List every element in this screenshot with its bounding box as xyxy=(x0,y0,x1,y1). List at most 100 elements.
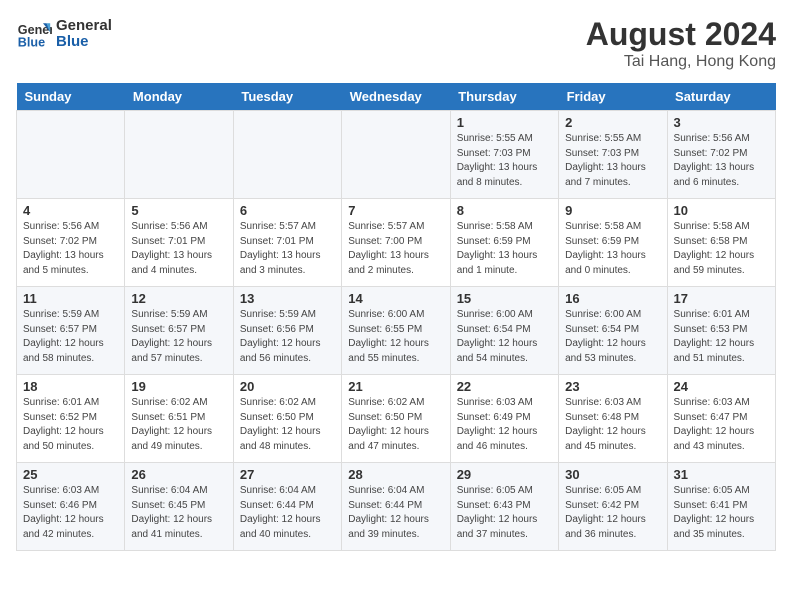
calendar-cell xyxy=(233,111,341,199)
svg-text:Blue: Blue xyxy=(18,36,45,50)
day-number: 20 xyxy=(240,379,335,394)
calendar-week-row: 4 Sunrise: 5:56 AM Sunset: 7:02 PM Daylig… xyxy=(17,199,776,287)
title-block: August 2024 Tai Hang, Hong Kong xyxy=(586,16,776,71)
calendar-cell xyxy=(17,111,125,199)
day-info: Sunrise: 5:59 AM Sunset: 6:56 PM Dayligh… xyxy=(240,308,335,366)
calendar-week-row: 1Sunrise: 5:55 AM Sunset: 7:03 PM Daylig… xyxy=(17,111,776,199)
calendar-cell: 11 Sunrise: 5:59 AM Sunset: 6:57 PM Dayli… xyxy=(17,287,125,375)
day-number: 21 xyxy=(348,379,443,394)
calendar-cell: 1Sunrise: 5:55 AM Sunset: 7:03 PM Daylig… xyxy=(450,111,558,199)
calendar-cell: 30Sunrise: 6:05 AM Sunset: 6:42 PM Dayli… xyxy=(559,463,667,551)
calendar-cell: 7 Sunrise: 5:57 AM Sunset: 7:00 PM Daylig… xyxy=(342,199,450,287)
day-number: 17 xyxy=(674,291,769,306)
day-info: Sunrise: 5:59 AM Sunset: 6:57 PM Dayligh… xyxy=(131,308,226,366)
day-info: Sunrise: 6:05 AM Sunset: 6:43 PM Dayligh… xyxy=(457,484,552,542)
day-info: Sunrise: 6:02 AM Sunset: 6:51 PM Dayligh… xyxy=(131,396,226,454)
logo-line2: Blue xyxy=(56,34,112,51)
calendar-week-row: 11 Sunrise: 5:59 AM Sunset: 6:57 PM Dayli… xyxy=(17,287,776,375)
logo: General Blue General Blue xyxy=(16,16,112,52)
day-number: 31 xyxy=(674,467,769,482)
day-number: 7 xyxy=(348,203,443,218)
day-number: 27 xyxy=(240,467,335,482)
calendar-cell: 4 Sunrise: 5:56 AM Sunset: 7:02 PM Daylig… xyxy=(17,199,125,287)
day-number: 8 xyxy=(457,203,552,218)
calendar-subtitle: Tai Hang, Hong Kong xyxy=(586,53,776,71)
day-info: Sunrise: 5:57 AM Sunset: 7:00 PM Dayligh… xyxy=(348,220,443,278)
page-header: General Blue General Blue August 2024 Ta… xyxy=(16,16,776,71)
day-info: Sunrise: 5:58 AM Sunset: 6:59 PM Dayligh… xyxy=(565,220,660,278)
day-number: 3 xyxy=(674,115,769,130)
calendar-cell: 8 Sunrise: 5:58 AM Sunset: 6:59 PM Daylig… xyxy=(450,199,558,287)
logo-line1: General xyxy=(56,18,112,35)
calendar-cell: 29 Sunrise: 6:05 AM Sunset: 6:43 PM Dayli… xyxy=(450,463,558,551)
day-info: Sunrise: 5:56 AM Sunset: 7:02 PM Dayligh… xyxy=(23,220,118,278)
day-number: 5 xyxy=(131,203,226,218)
calendar-week-row: 18Sunrise: 6:01 AM Sunset: 6:52 PM Dayli… xyxy=(17,375,776,463)
day-number: 9 xyxy=(565,203,660,218)
day-number: 10 xyxy=(674,203,769,218)
calendar-table: SundayMondayTuesdayWednesdayThursdayFrid… xyxy=(16,83,776,551)
calendar-cell: 31 Sunrise: 6:05 AM Sunset: 6:41 PM Dayli… xyxy=(667,463,775,551)
day-info: Sunrise: 6:00 AM Sunset: 6:54 PM Dayligh… xyxy=(457,308,552,366)
header-thursday: Thursday xyxy=(450,83,558,111)
header-friday: Friday xyxy=(559,83,667,111)
day-info: Sunrise: 6:01 AM Sunset: 6:53 PM Dayligh… xyxy=(674,308,769,366)
day-number: 24 xyxy=(674,379,769,394)
calendar-cell: 21Sunrise: 6:02 AM Sunset: 6:50 PM Dayli… xyxy=(342,375,450,463)
day-number: 11 xyxy=(23,291,118,306)
header-sunday: Sunday xyxy=(17,83,125,111)
calendar-cell xyxy=(125,111,233,199)
day-info: Sunrise: 6:03 AM Sunset: 6:49 PM Dayligh… xyxy=(457,396,552,454)
day-info: Sunrise: 6:03 AM Sunset: 6:47 PM Dayligh… xyxy=(674,396,769,454)
day-number: 6 xyxy=(240,203,335,218)
calendar-title: August 2024 xyxy=(586,16,776,53)
day-info: Sunrise: 5:55 AM Sunset: 7:03 PM Dayligh… xyxy=(565,132,660,190)
calendar-cell: 9 Sunrise: 5:58 AM Sunset: 6:59 PM Daylig… xyxy=(559,199,667,287)
day-info: Sunrise: 5:59 AM Sunset: 6:57 PM Dayligh… xyxy=(23,308,118,366)
calendar-cell: 27 Sunrise: 6:04 AM Sunset: 6:44 PM Dayli… xyxy=(233,463,341,551)
calendar-cell: 12 Sunrise: 5:59 AM Sunset: 6:57 PM Dayli… xyxy=(125,287,233,375)
day-number: 4 xyxy=(23,203,118,218)
calendar-cell xyxy=(342,111,450,199)
day-info: Sunrise: 6:00 AM Sunset: 6:54 PM Dayligh… xyxy=(565,308,660,366)
calendar-cell: 22Sunrise: 6:03 AM Sunset: 6:49 PM Dayli… xyxy=(450,375,558,463)
day-info: Sunrise: 5:58 AM Sunset: 6:58 PM Dayligh… xyxy=(674,220,769,278)
day-number: 2 xyxy=(565,115,660,130)
calendar-cell: 25Sunrise: 6:03 AM Sunset: 6:46 PM Dayli… xyxy=(17,463,125,551)
day-number: 28 xyxy=(348,467,443,482)
calendar-cell: 26Sunrise: 6:04 AM Sunset: 6:45 PM Dayli… xyxy=(125,463,233,551)
day-number: 29 xyxy=(457,467,552,482)
calendar-header-row: SundayMondayTuesdayWednesdayThursdayFrid… xyxy=(17,83,776,111)
calendar-week-row: 25Sunrise: 6:03 AM Sunset: 6:46 PM Dayli… xyxy=(17,463,776,551)
calendar-cell: 24 Sunrise: 6:03 AM Sunset: 6:47 PM Dayli… xyxy=(667,375,775,463)
day-info: Sunrise: 6:04 AM Sunset: 6:45 PM Dayligh… xyxy=(131,484,226,542)
day-info: Sunrise: 6:05 AM Sunset: 6:41 PM Dayligh… xyxy=(674,484,769,542)
calendar-cell: 10 Sunrise: 5:58 AM Sunset: 6:58 PM Dayli… xyxy=(667,199,775,287)
day-number: 14 xyxy=(348,291,443,306)
day-info: Sunrise: 5:57 AM Sunset: 7:01 PM Dayligh… xyxy=(240,220,335,278)
header-tuesday: Tuesday xyxy=(233,83,341,111)
day-info: Sunrise: 6:05 AM Sunset: 6:42 PM Dayligh… xyxy=(565,484,660,542)
calendar-cell: 18Sunrise: 6:01 AM Sunset: 6:52 PM Dayli… xyxy=(17,375,125,463)
day-info: Sunrise: 6:03 AM Sunset: 6:46 PM Dayligh… xyxy=(23,484,118,542)
calendar-cell: 5 Sunrise: 5:56 AM Sunset: 7:01 PM Daylig… xyxy=(125,199,233,287)
calendar-cell: 20 Sunrise: 6:02 AM Sunset: 6:50 PM Dayli… xyxy=(233,375,341,463)
day-info: Sunrise: 5:55 AM Sunset: 7:03 PM Dayligh… xyxy=(457,132,552,190)
day-info: Sunrise: 6:00 AM Sunset: 6:55 PM Dayligh… xyxy=(348,308,443,366)
calendar-cell: 15 Sunrise: 6:00 AM Sunset: 6:54 PM Dayli… xyxy=(450,287,558,375)
day-info: Sunrise: 6:02 AM Sunset: 6:50 PM Dayligh… xyxy=(240,396,335,454)
header-wednesday: Wednesday xyxy=(342,83,450,111)
day-info: Sunrise: 6:04 AM Sunset: 6:44 PM Dayligh… xyxy=(240,484,335,542)
calendar-cell: 13 Sunrise: 5:59 AM Sunset: 6:56 PM Dayli… xyxy=(233,287,341,375)
day-info: Sunrise: 6:01 AM Sunset: 6:52 PM Dayligh… xyxy=(23,396,118,454)
calendar-cell: 28Sunrise: 6:04 AM Sunset: 6:44 PM Dayli… xyxy=(342,463,450,551)
day-number: 19 xyxy=(131,379,226,394)
header-saturday: Saturday xyxy=(667,83,775,111)
day-info: Sunrise: 5:58 AM Sunset: 6:59 PM Dayligh… xyxy=(457,220,552,278)
day-number: 12 xyxy=(131,291,226,306)
header-monday: Monday xyxy=(125,83,233,111)
day-info: Sunrise: 5:56 AM Sunset: 7:01 PM Dayligh… xyxy=(131,220,226,278)
calendar-cell: 19 Sunrise: 6:02 AM Sunset: 6:51 PM Dayli… xyxy=(125,375,233,463)
day-number: 15 xyxy=(457,291,552,306)
day-number: 13 xyxy=(240,291,335,306)
